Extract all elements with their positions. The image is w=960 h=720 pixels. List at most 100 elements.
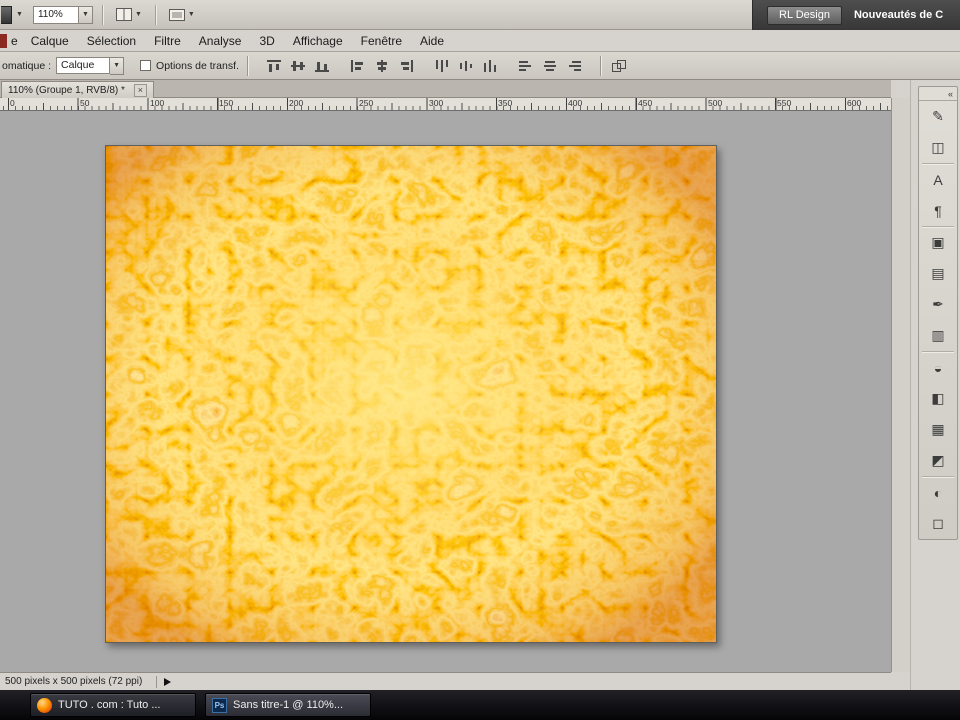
document-canvas[interactable] bbox=[106, 146, 716, 642]
distribute-bottom-edges-button[interactable] bbox=[479, 56, 501, 76]
distribute-top-edges-button[interactable] bbox=[431, 56, 453, 76]
application-bar-left: ▼ 110% ▼ ▼ ▼ bbox=[0, 4, 199, 25]
align-left-edges-icon bbox=[350, 59, 363, 72]
color-panel-icon[interactable]: ◧ bbox=[919, 383, 957, 414]
screen-mode-button[interactable]: ▼ bbox=[165, 5, 199, 25]
status-flyout-button[interactable] bbox=[164, 677, 172, 686]
paragraph-panel-icon[interactable]: ¶ bbox=[919, 195, 957, 226]
menu-item-image-fragment[interactable]: e bbox=[7, 31, 22, 51]
panel-icon-column: « ✎ ◫ A ¶ ▣ ▤ ✒ ▥ ◒ ◧ ▦ ◩ ◐ ◻ bbox=[918, 86, 958, 540]
tab-close-button[interactable]: × bbox=[133, 83, 147, 97]
separator bbox=[101, 4, 103, 25]
document-size-text: 500 pixels x 500 pixels (72 ppi) bbox=[5, 676, 143, 687]
character-panel-icon[interactable]: A bbox=[919, 164, 957, 195]
ruler-label: 100 bbox=[150, 98, 165, 108]
swatches-panel-icon[interactable]: ▦ bbox=[919, 414, 957, 445]
show-transform-label: Options de transf. bbox=[156, 59, 239, 72]
workspace-switcher: RL Design Nouveautés de C bbox=[752, 0, 960, 30]
ruler-label: 250 bbox=[359, 98, 374, 108]
workspace-button[interactable]: RL Design bbox=[767, 5, 842, 25]
distribute-right-edges-button[interactable] bbox=[563, 56, 585, 76]
distribute-horizontal-centers-button[interactable] bbox=[539, 56, 561, 76]
show-transform-checkbox[interactable] bbox=[140, 60, 152, 71]
distribute-left-edges-button[interactable] bbox=[515, 56, 537, 76]
windows-taskbar: TUTO . com : Tuto ... Ps Sans titre-1 @ … bbox=[0, 690, 960, 720]
vertical-scrollbar[interactable] bbox=[891, 98, 910, 672]
adjustments-panel-icon[interactable]: ◐ bbox=[919, 477, 957, 508]
align-horizontal-centers-icon bbox=[376, 59, 387, 72]
layer-comps-panel-icon[interactable]: ▣ bbox=[919, 227, 957, 258]
document-tab-title: 110% (Groupe 1, RVB/8) * bbox=[8, 84, 125, 96]
chevron-down-icon: ▼ bbox=[110, 56, 125, 75]
photoshop-icon: Ps bbox=[212, 697, 227, 713]
dock-collapse-button[interactable]: « bbox=[919, 87, 957, 101]
paths-panel-icon[interactable]: ✒ bbox=[919, 289, 957, 320]
taskbar-button-label: Sans titre-1 @ 110%... bbox=[233, 699, 344, 711]
arrange-documents-icon bbox=[115, 8, 132, 21]
document-tab[interactable]: 110% (Groupe 1, RVB/8) * × bbox=[1, 81, 154, 98]
align-vertical-centers-button[interactable] bbox=[287, 56, 309, 76]
zoom-level-combo[interactable]: 110% ▼ bbox=[32, 5, 93, 24]
canvas-area bbox=[0, 111, 891, 672]
menu-item-filtre[interactable]: Filtre bbox=[145, 31, 190, 51]
brushes-panel-icon[interactable]: ✎ bbox=[919, 101, 957, 132]
menu-item-affichage[interactable]: Affichage bbox=[284, 31, 352, 51]
auto-select-dropdown[interactable]: Calque ▼ bbox=[56, 56, 125, 75]
document-canvas-frame bbox=[105, 145, 717, 643]
align-left-edges-button[interactable] bbox=[347, 56, 369, 76]
align-bottom-edges-button[interactable] bbox=[311, 56, 333, 76]
align-horizontal-group bbox=[347, 56, 417, 76]
ruler-label: 600 bbox=[847, 98, 862, 108]
align-horizontal-centers-button[interactable] bbox=[371, 56, 393, 76]
auto-align-layers-button[interactable] bbox=[609, 56, 631, 76]
taskbar-button-photoshop[interactable]: Ps Sans titre-1 @ 110%... bbox=[205, 693, 371, 717]
zoom-level-value[interactable]: 110% bbox=[32, 5, 79, 24]
menu-bar: e Calque Sélection Filtre Analyse 3D Aff… bbox=[0, 30, 960, 52]
ruler-label: 450 bbox=[638, 98, 653, 108]
ruler-label: 0 bbox=[10, 98, 15, 108]
taskbar-button-firefox[interactable]: TUTO . com : Tuto ... bbox=[30, 693, 196, 717]
chevron-down-icon: ▼ bbox=[187, 11, 195, 18]
distribute-horizontal-group bbox=[515, 56, 585, 76]
menu-item-selection[interactable]: Sélection bbox=[78, 31, 145, 51]
histogram-panel-icon[interactable]: ▥ bbox=[919, 320, 957, 351]
align-top-edges-button[interactable] bbox=[263, 56, 285, 76]
workspace-item-nouveautes[interactable]: Nouveautés de C bbox=[854, 9, 943, 21]
ruler-label: 350 bbox=[498, 98, 513, 108]
ruler-label: 50 bbox=[80, 98, 90, 108]
channels-panel-icon[interactable]: ▤ bbox=[919, 258, 957, 289]
styles-panel-icon[interactable]: ◩ bbox=[919, 445, 957, 476]
separator bbox=[156, 675, 158, 688]
menu-item-fenetre[interactable]: Fenêtre bbox=[352, 31, 411, 51]
distribute-top-edges-icon bbox=[435, 59, 448, 72]
ruler-label: 550 bbox=[777, 98, 792, 108]
menu-item-aide[interactable]: Aide bbox=[411, 31, 453, 51]
status-bar: 500 pixels x 500 pixels (72 ppi) bbox=[0, 672, 891, 690]
auto-align-layers-icon bbox=[612, 59, 627, 72]
distribute-vertical-centers-icon bbox=[459, 60, 472, 71]
align-right-edges-button[interactable] bbox=[395, 56, 417, 76]
chevron-down-icon: ▼ bbox=[16, 11, 23, 18]
distribute-vertical-centers-button[interactable] bbox=[455, 56, 477, 76]
info-panel-icon[interactable]: ◒ bbox=[919, 352, 957, 383]
ruler-label: 200 bbox=[289, 98, 304, 108]
clone-source-panel-icon[interactable]: ◫ bbox=[919, 132, 957, 163]
arrange-documents-button[interactable]: ▼ bbox=[112, 5, 146, 25]
ruler-label: 400 bbox=[568, 98, 583, 108]
ruler-label: 300 bbox=[429, 98, 444, 108]
menu-item-3d[interactable]: 3D bbox=[250, 31, 283, 51]
chevron-down-icon[interactable]: ▼ bbox=[78, 5, 93, 24]
horizontal-ruler[interactable]: 0 50 100 150 200 250 300 350 400 450 500… bbox=[0, 98, 891, 111]
masks-panel-icon[interactable]: ◻ bbox=[919, 508, 957, 539]
menu-item-analyse[interactable]: Analyse bbox=[190, 31, 251, 51]
distribute-bottom-edges-icon bbox=[483, 59, 496, 72]
separator bbox=[246, 55, 248, 76]
align-vertical-group bbox=[263, 56, 333, 76]
menu-item-calque[interactable]: Calque bbox=[22, 31, 78, 51]
app-logo-fragment-icon[interactable] bbox=[1, 5, 12, 24]
distribute-left-edges-icon bbox=[518, 60, 531, 71]
ruler-label: 500 bbox=[708, 98, 723, 108]
chevron-down-icon: ▼ bbox=[134, 11, 142, 18]
separator bbox=[154, 4, 156, 25]
align-right-edges-icon bbox=[400, 59, 413, 72]
